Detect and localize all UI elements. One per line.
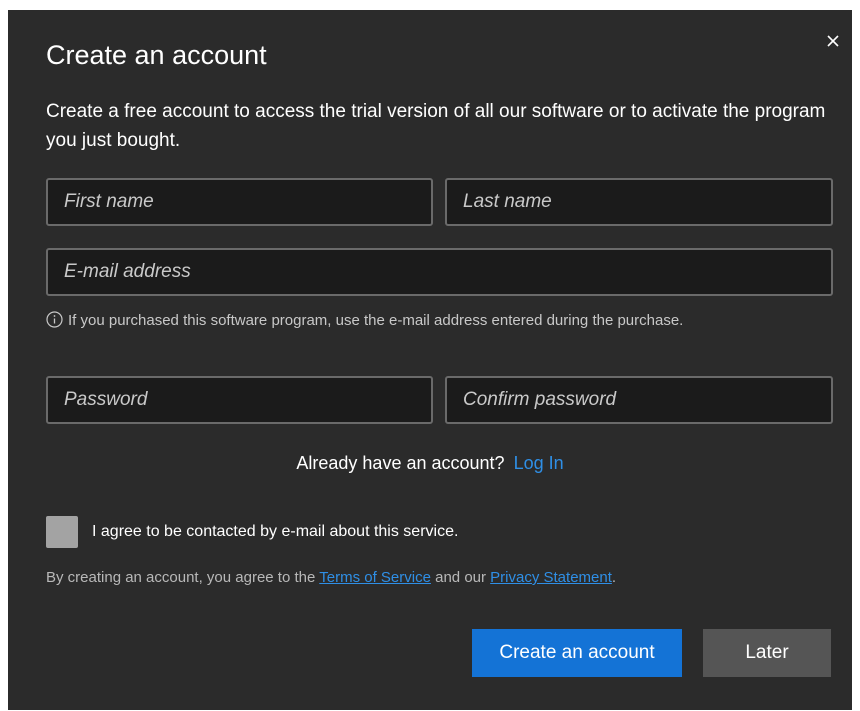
privacy-statement-link[interactable]: Privacy Statement [490, 569, 612, 586]
first-name-field[interactable] [48, 180, 431, 224]
terms-middle: and our [435, 569, 486, 586]
terms-suffix: . [611, 569, 617, 586]
email-field[interactable] [48, 250, 831, 294]
last-name-field[interactable] [447, 180, 831, 224]
create-account-button[interactable]: Create an account [472, 629, 682, 677]
email-hint-text: If you purchased this software program, … [68, 312, 684, 329]
consent-label: I agree to be contacted by e-mail about … [92, 523, 459, 540]
password-field-wrapper [46, 376, 433, 424]
terms-prefix: By creating an account, you agree to the [46, 569, 316, 586]
consent-checkbox[interactable] [46, 516, 78, 548]
confirm-password-field-wrapper [445, 376, 833, 424]
login-prompt-text: Already have an account? [296, 453, 505, 473]
email-hint: If you purchased this software program, … [46, 310, 826, 335]
first-name-field-wrapper [46, 178, 433, 226]
create-account-dialog: Create an account Create a free account … [8, 10, 852, 710]
login-link[interactable]: Log In [514, 453, 564, 473]
dialog-title: Create an account [46, 40, 267, 70]
login-prompt: Already have an account? Log In [8, 453, 852, 474]
dialog-description: Create a free account to access the tria… [46, 101, 826, 151]
password-field[interactable] [48, 378, 431, 422]
terms-notice: By creating an account, you agree to the… [46, 569, 616, 586]
consent-row: I agree to be contacted by e-mail about … [46, 516, 458, 548]
terms-of-service-link[interactable]: Terms of Service [319, 569, 431, 586]
later-button[interactable]: Later [703, 629, 831, 677]
info-icon [46, 311, 63, 335]
confirm-password-field[interactable] [447, 378, 831, 422]
last-name-field-wrapper [445, 178, 833, 226]
close-icon[interactable] [822, 30, 844, 52]
email-field-wrapper [46, 248, 833, 296]
